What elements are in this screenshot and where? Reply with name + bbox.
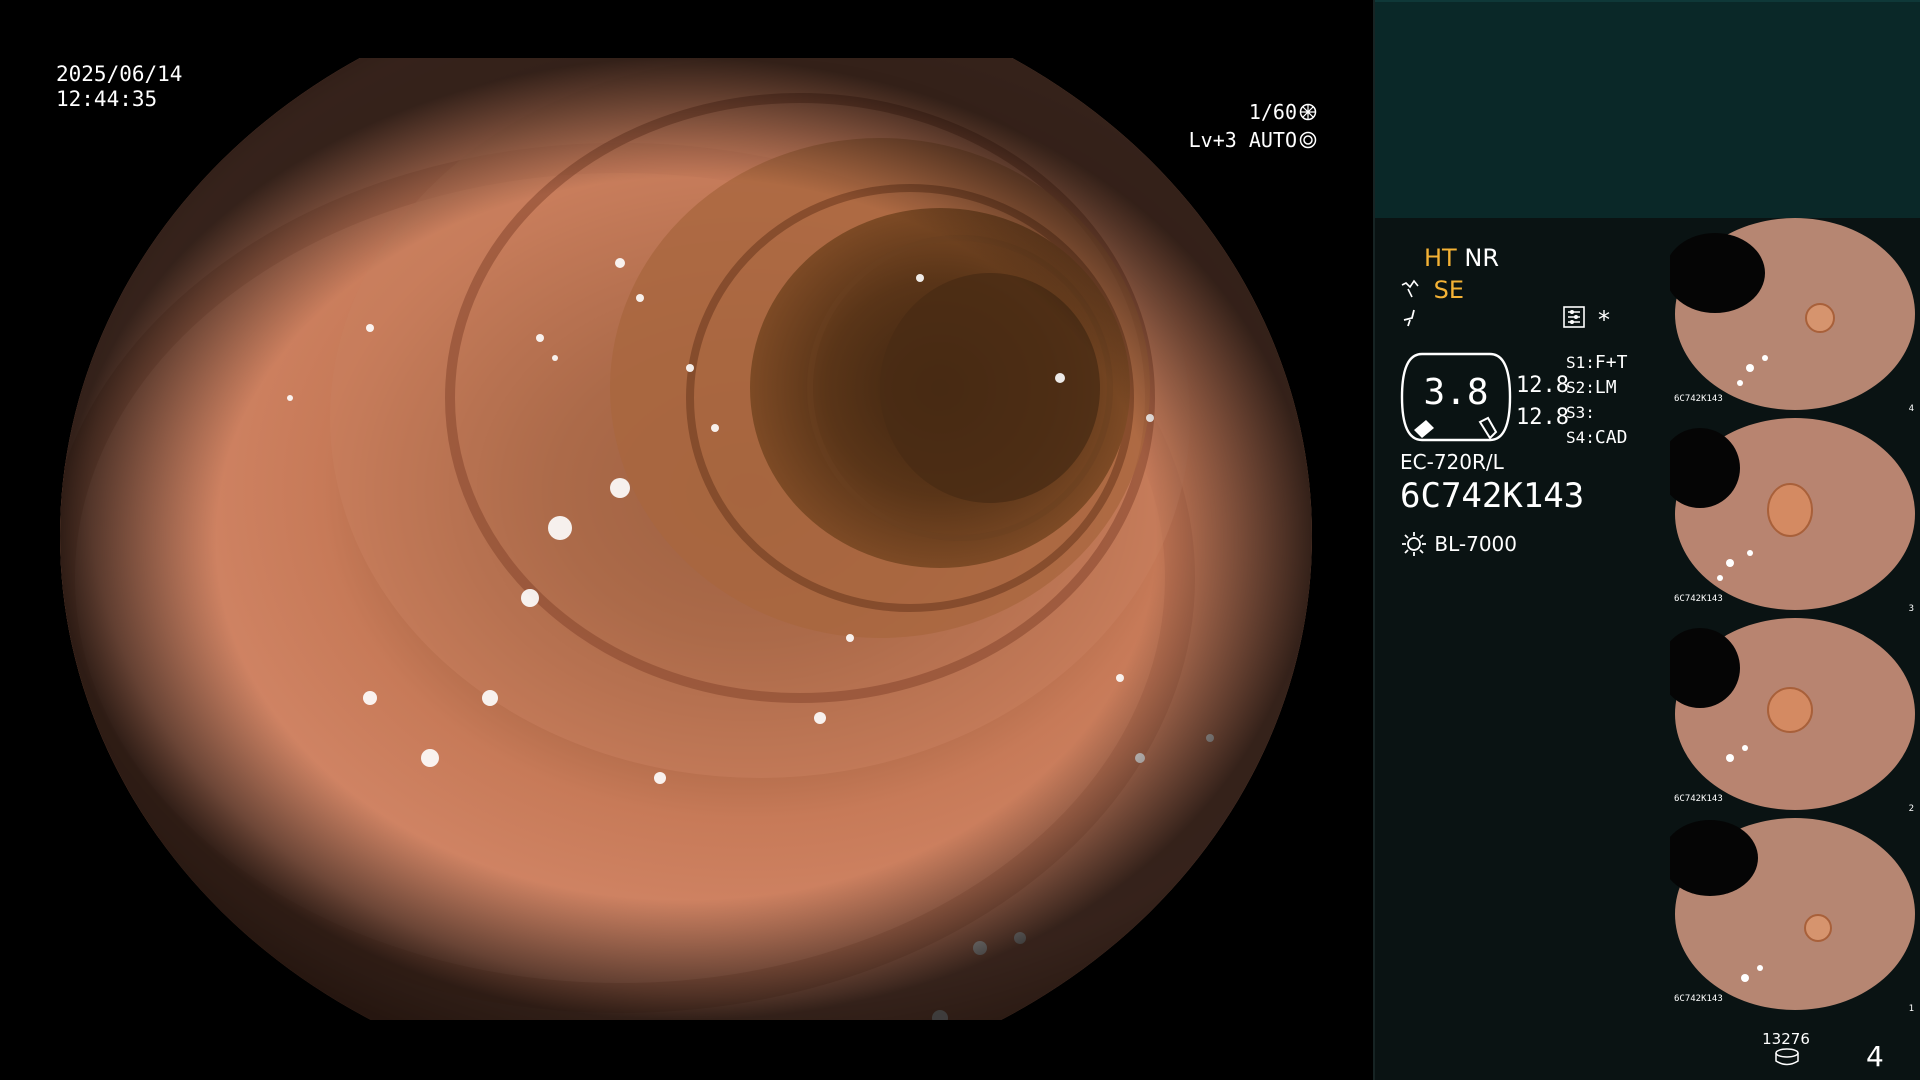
s4-label: S4:	[1566, 428, 1595, 447]
panel-header-area	[1373, 0, 1920, 218]
level-text: Lv+3	[1188, 128, 1237, 152]
light-source-icon	[1402, 532, 1426, 556]
thumbnail-2[interactable]: 6C742K143 2	[1670, 618, 1920, 814]
scope-switch-list: S1:F+T S2:LM S3: S4:CAD	[1566, 350, 1627, 450]
mode-text: AUTO	[1248, 128, 1297, 152]
thumbnail-4[interactable]: 6C742K143 4	[1670, 218, 1920, 414]
date-text: 2025/06/14	[56, 62, 183, 86]
panel-divider	[1373, 0, 1375, 1080]
thumb-serial: 6C742K143	[1674, 394, 1723, 404]
scope-model: EC-720R/L	[1400, 450, 1504, 474]
settings-icon	[1563, 306, 1585, 332]
se-label: SE	[1433, 276, 1465, 304]
value-1: 12.8	[1516, 373, 1569, 398]
flash-icon	[1400, 306, 1424, 334]
s4-value: CAD	[1594, 427, 1628, 448]
exposure-readout: 1/60 Lv+3 AUTO	[1189, 98, 1317, 154]
ht-nr-row: HT NR	[1424, 244, 1499, 272]
nr-label: NR	[1464, 244, 1499, 272]
s1-value: F+T	[1594, 352, 1628, 373]
thumb-index: 4	[1908, 404, 1914, 414]
s3-row: S3:	[1566, 400, 1627, 425]
thumb-serial: 6C742K143	[1674, 794, 1723, 804]
storage-icon	[1774, 1048, 1800, 1070]
se-row: SE	[1400, 276, 1464, 304]
light-source-label: BL-7000	[1434, 532, 1517, 556]
s2-value: LM	[1594, 377, 1617, 398]
s2-row: S2:LM	[1566, 375, 1627, 400]
endoscope-view	[60, 58, 1312, 1020]
shutter-text: 1/60	[1248, 100, 1297, 124]
scope-serial: 6C742K143	[1400, 476, 1585, 516]
enhance-icon	[1401, 279, 1419, 298]
image-count: 4	[1866, 1040, 1884, 1073]
thumb-index: 2	[1908, 804, 1914, 814]
thumbnail-1[interactable]: 6C742K143 1	[1670, 818, 1920, 1014]
gauge-value: 3.8	[1423, 372, 1489, 413]
thumb-index: 3	[1908, 604, 1914, 614]
s4-row: S4:CAD	[1566, 425, 1627, 450]
thumbnail-3[interactable]: 6C742K143 3	[1670, 418, 1920, 614]
ht-label: HT	[1424, 244, 1457, 272]
thumb-serial: 6C742K143	[1674, 994, 1723, 1004]
datetime-readout: 2025/06/14 12:44:35	[56, 62, 182, 112]
light-source-row: BL-7000	[1400, 530, 1517, 558]
value-2: 12.8	[1516, 405, 1569, 430]
time-text: 12:44:35	[56, 87, 158, 111]
s2-label: S2:	[1566, 378, 1595, 397]
asterisk-label: *	[1598, 306, 1610, 334]
gauge-values: 12.8 12.8	[1516, 370, 1569, 434]
s1-row: S1:F+T	[1566, 350, 1627, 375]
s1-label: S1:	[1566, 353, 1595, 372]
shutter-icon	[1299, 100, 1317, 121]
storage-count: 13276	[1762, 1030, 1810, 1048]
s3-label: S3:	[1566, 403, 1595, 422]
thumb-index: 1	[1908, 1004, 1914, 1014]
thumb-serial: 6C742K143	[1674, 594, 1723, 604]
auto-iris-icon	[1299, 128, 1317, 149]
